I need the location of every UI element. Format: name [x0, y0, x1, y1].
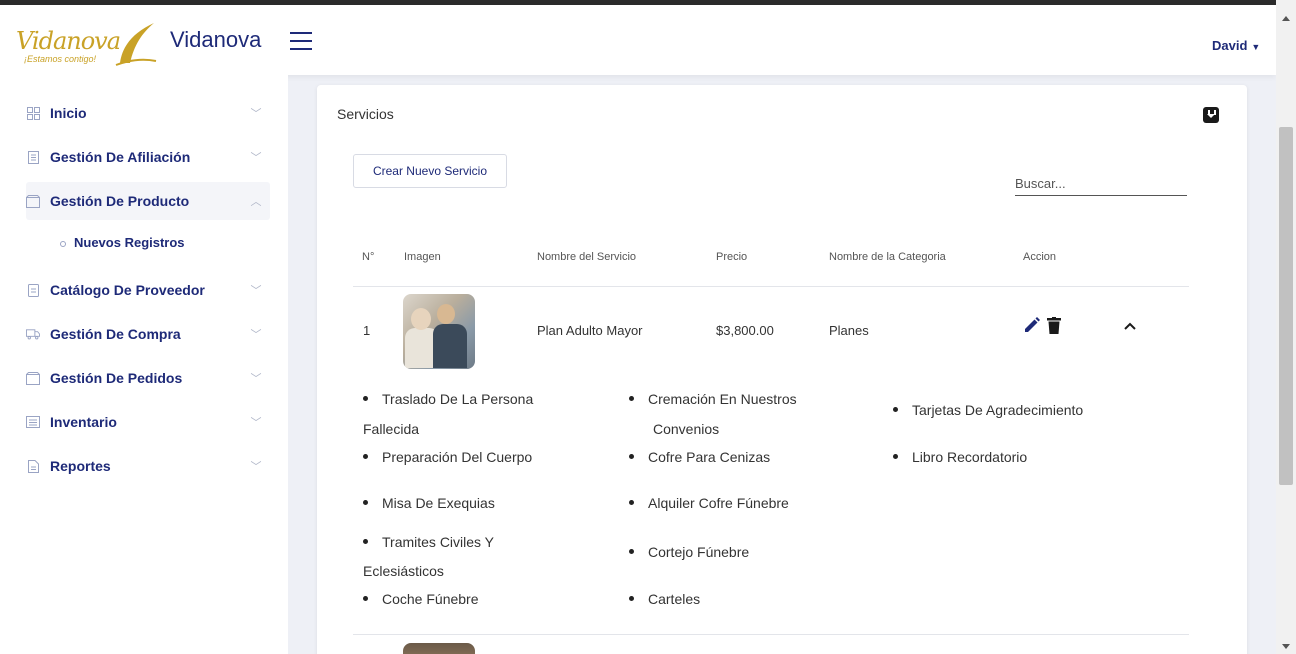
table-divider [353, 286, 1189, 287]
list-item: Preparación Del Cuerpo [333, 446, 532, 468]
create-service-button[interactable]: Crear Nuevo Servicio [353, 154, 507, 188]
list-item: Traslado De La Persona [333, 388, 533, 410]
box-icon [26, 194, 40, 208]
column-header-action: Accion [1023, 251, 1057, 263]
service-name: Plan Adulto Mayor [537, 323, 643, 338]
logo-swoosh-icon [115, 23, 157, 66]
chevron-down-icon: ﹀ [250, 108, 262, 120]
list-item-continuation: Convenios [653, 421, 720, 437]
file-icon [26, 459, 40, 473]
logo[interactable]: Vidanova ¡Estamos contigo! [16, 17, 158, 73]
list-item: Cortejo Fúnebre [599, 541, 749, 563]
user-name: David [1212, 38, 1248, 53]
sidebar-item-proveedor[interactable]: Catálogo De Proveedor ﹀ [26, 271, 270, 309]
edit-icon[interactable] [1023, 316, 1041, 334]
search-input[interactable] [1015, 172, 1187, 196]
sidebar-item-label: Catálogo De Proveedor [50, 282, 205, 298]
list-item-continuation: Eclesiásticos [363, 563, 444, 579]
sidebar: Inicio ﹀ Gestión De Afiliación ﹀ Gestión… [0, 75, 288, 654]
list-item: Tarjetas De Agradecimiento [863, 399, 1083, 421]
chevron-up-icon: ︿ [250, 196, 262, 208]
sidebar-item-reportes[interactable]: Reportes ﹀ [26, 447, 270, 485]
page-title: Servicios [337, 106, 394, 122]
sidebar-item-label: Inicio [50, 105, 87, 121]
truck-icon [26, 327, 40, 341]
sidebar-item-label: Gestión De Compra [50, 326, 181, 342]
document-icon [26, 283, 40, 297]
scroll-down-icon[interactable] [1282, 644, 1290, 649]
table-divider [353, 634, 1189, 635]
delete-icon[interactable] [1047, 317, 1061, 334]
sidebar-item-label: Gestión De Producto [50, 193, 190, 209]
column-header-number: N° [362, 251, 375, 263]
top-bar: Vidanova ¡Estamos contigo! Vidanova Davi… [0, 5, 1276, 75]
circle-icon [60, 240, 66, 247]
sidebar-item-inventario[interactable]: Inventario ﹀ [26, 403, 270, 441]
logo-script-text: Vidanova [16, 27, 121, 55]
sidebar-item-producto[interactable]: Gestión De Producto ︿ [26, 182, 270, 220]
download-icon[interactable] [1203, 107, 1219, 123]
list-item: Carteles [599, 588, 700, 610]
services-card: Servicios Crear Nuevo Servicio N° Imagen… [317, 85, 1247, 654]
service-category: Planes [829, 323, 869, 338]
scrollbar[interactable] [1276, 0, 1296, 654]
column-header-price: Precio [716, 251, 748, 263]
chevron-up-icon[interactable] [1123, 321, 1137, 331]
row-number: 1 [363, 323, 371, 338]
sidebar-item-afiliacion[interactable]: Gestión De Afiliación ﹀ [26, 138, 270, 176]
box-icon [26, 371, 40, 385]
sidebar-item-pedidos[interactable]: Gestión De Pedidos ﹀ [26, 359, 270, 397]
column-header-image: Imagen [404, 251, 441, 263]
chevron-down-icon: ﹀ [250, 152, 262, 164]
list-icon [26, 415, 40, 429]
sidebar-item-label: Reportes [50, 458, 111, 474]
list-item: Cofre Para Cenizas [599, 446, 770, 468]
list-item: Tramites Civiles Y [333, 531, 494, 553]
sidebar-subitem-label: Nuevos Registros [74, 235, 185, 250]
chevron-down-icon: ﹀ [250, 373, 262, 385]
list-item: Alquiler Cofre Fúnebre [599, 492, 789, 514]
service-image [403, 294, 475, 369]
chevron-down-icon: ﹀ [250, 461, 262, 473]
scroll-up-icon[interactable] [1282, 16, 1290, 21]
brand-name: Vidanova [170, 27, 262, 52]
document-list-icon [26, 150, 40, 164]
sidebar-item-label: Inventario [50, 414, 117, 430]
list-item: Cremación En Nuestros [599, 388, 797, 410]
list-item: Libro Recordatorio [863, 446, 1027, 468]
list-item: Coche Fúnebre [333, 588, 479, 610]
list-item-continuation: Fallecida [363, 421, 420, 437]
sidebar-item-compra[interactable]: Gestión De Compra ﹀ [26, 315, 270, 353]
grid-icon [26, 106, 40, 120]
column-header-category: Nombre de la Categoria [829, 251, 946, 263]
service-image [403, 643, 475, 654]
chevron-down-icon: ﹀ [250, 417, 262, 429]
column-header-name: Nombre del Servicio [537, 251, 637, 263]
scrollbar-thumb[interactable] [1279, 127, 1293, 485]
menu-toggle-icon[interactable] [290, 32, 312, 50]
sidebar-item-label: Gestión De Pedidos [50, 370, 183, 386]
chevron-down-icon: ﹀ [250, 285, 262, 297]
chevron-down-icon: ﹀ [250, 329, 262, 341]
service-price: $3,800.00 [716, 323, 774, 338]
list-item: Misa De Exequias [333, 492, 495, 514]
logo-tagline: ¡Estamos contigo! [24, 54, 97, 64]
sidebar-item-label: Gestión De Afiliación [50, 149, 191, 165]
chevron-down-icon: ▼ [1251, 42, 1261, 52]
user-menu[interactable]: David ▼ [1212, 38, 1260, 53]
sidebar-item-inicio[interactable]: Inicio ﹀ [26, 94, 270, 132]
sidebar-subitem-nuevos-registros[interactable]: Nuevos Registros [60, 235, 185, 250]
